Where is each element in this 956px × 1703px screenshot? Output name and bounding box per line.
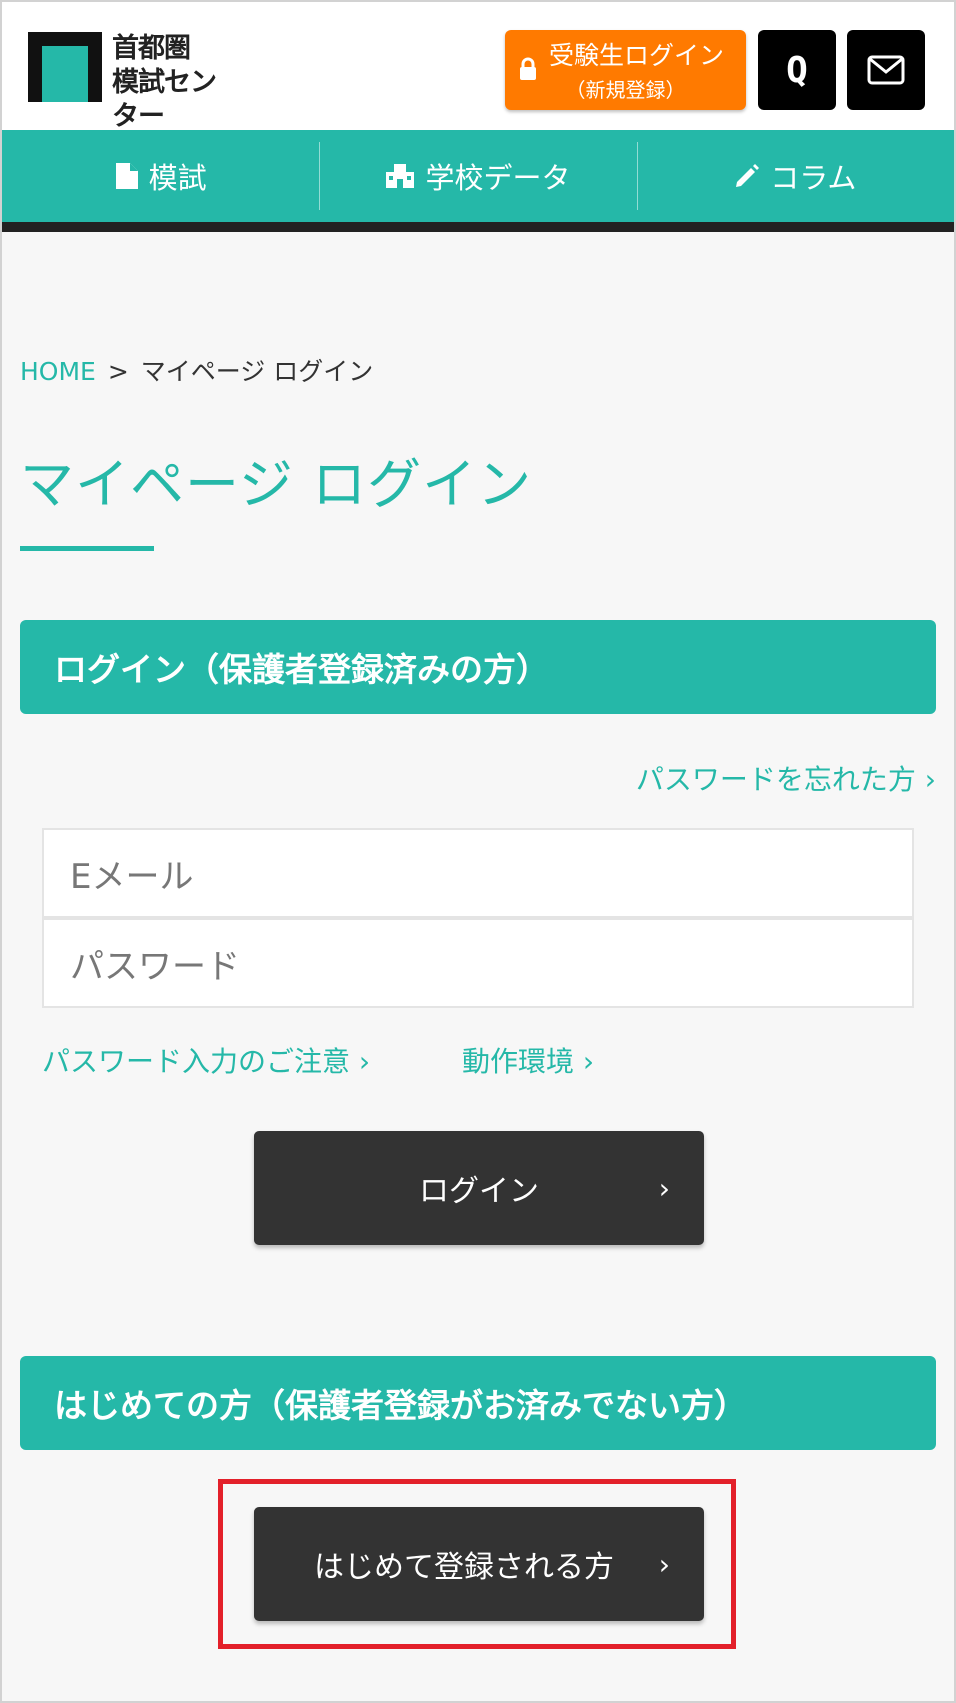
school-icon <box>386 164 415 188</box>
exam-login-button[interactable]: 受験生ログイン （新規登録） <box>505 30 746 110</box>
breadcrumb-separator: > <box>107 357 129 386</box>
password-field[interactable]: パスワード <box>42 918 914 1008</box>
nav-item-exams[interactable]: 模試 <box>2 130 319 222</box>
title-underline <box>20 546 154 551</box>
highlight-box <box>218 1479 736 1649</box>
main-nav: 模試 学校データ コラム <box>2 130 954 222</box>
nav-label-exams: 模試 <box>148 161 207 195</box>
breadcrumb-home-link[interactable]: HOME <box>20 357 96 386</box>
chevron-right-icon: › <box>658 1171 670 1205</box>
password-note-link[interactable]: パスワード入力のご注意 › <box>42 1040 370 1080</box>
page-title: マイページ ログイン <box>20 453 533 516</box>
email-field[interactable]: Eメール <box>42 828 914 918</box>
document-icon <box>115 163 138 189</box>
nav-item-school-data[interactable]: 学校データ <box>319 130 636 222</box>
nav-label-school-data: 学校データ <box>425 161 571 195</box>
logo-mark <box>28 32 102 102</box>
exam-login-sublabel: （新規登録） <box>565 78 686 102</box>
login-section-heading: ログイン（保護者登録済みの方） <box>20 620 936 714</box>
exam-login-label: 受験生ログイン <box>548 41 724 70</box>
register-section-heading: はじめての方（保護者登録がお済みでない方） <box>20 1356 936 1450</box>
nav-bottom-bar <box>2 222 954 232</box>
logo-text: 首都圏 模試センター <box>112 32 238 134</box>
mail-icon <box>867 55 905 85</box>
forgot-password-link[interactable]: パスワードを忘れた方 › <box>636 758 936 798</box>
site-header: 首都圏 模試センター 受験生ログイン （新規登録） Q <box>2 2 954 132</box>
qa-button[interactable]: Q <box>758 30 836 110</box>
login-button-label: ログイン <box>419 1174 539 1209</box>
breadcrumb: HOME > マイページ ログイン <box>20 352 373 388</box>
pencil-icon <box>736 164 760 187</box>
login-button[interactable]: ログイン › <box>254 1131 704 1245</box>
nav-label-column: コラム <box>770 161 857 195</box>
nav-item-column[interactable]: コラム <box>636 130 954 222</box>
contact-button[interactable] <box>847 30 925 110</box>
qa-label: Q <box>786 49 808 91</box>
logo-line-1: 首都圏 <box>112 33 191 64</box>
site-logo[interactable]: 首都圏 模試センター <box>28 32 238 132</box>
page-frame: 首都圏 模試センター 受験生ログイン （新規登録） Q 模試 学校データ コラム… <box>0 0 956 1703</box>
environment-link[interactable]: 動作環境 › <box>462 1040 594 1080</box>
breadcrumb-current: マイページ ログイン <box>140 357 374 386</box>
logo-line-2: 模試センター <box>112 67 217 132</box>
